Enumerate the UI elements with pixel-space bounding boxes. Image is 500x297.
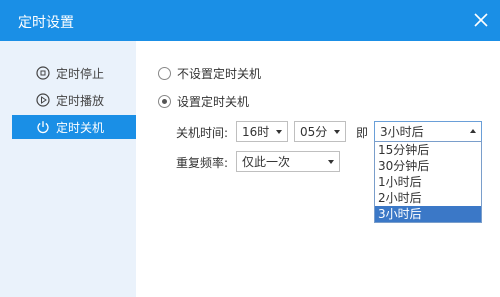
chevron-up-icon — [470, 129, 476, 133]
power-icon — [36, 120, 50, 134]
radio-label: 不设置定时关机 — [177, 66, 262, 81]
clock-stop-icon — [36, 66, 50, 80]
chevron-down-icon — [328, 160, 334, 164]
repeat-value: 仅此一次 — [242, 155, 291, 169]
radio-button[interactable] — [158, 94, 171, 108]
shutdown-time-label: 关机时间: — [176, 126, 229, 140]
close-icon[interactable] — [470, 9, 492, 31]
repeat-select[interactable]: 仅此一次 — [236, 151, 340, 172]
dropdown-option-selected[interactable]: 3小时后 — [375, 206, 481, 222]
sidebar-item-label: 定时关机 — [56, 120, 105, 135]
minute-select[interactable]: 05分 — [294, 121, 346, 142]
title-bar: 定时设置 — [0, 0, 500, 41]
sidebar-item-timed-stop[interactable]: 定时停止 — [12, 61, 136, 85]
radio-label: 设置定时关机 — [177, 94, 250, 109]
relative-time-select[interactable]: 3小时后 — [374, 121, 482, 142]
dropdown-option[interactable]: 15分钟后 — [375, 142, 481, 158]
sidebar-item-label: 定时停止 — [56, 66, 105, 81]
content-panel: 不设置定时关机 设置定时关机 关机时间: 16时 05分 即 3小时后 重复频率… — [136, 41, 500, 297]
dropdown-option[interactable]: 1小时后 — [375, 174, 481, 190]
radio-set-shutdown[interactable]: 设置定时关机 — [158, 93, 249, 109]
sidebar-item-label: 定时播放 — [56, 93, 105, 108]
radio-no-shutdown[interactable]: 不设置定时关机 — [158, 65, 261, 81]
relative-time-dropdown: 15分钟后 30分钟后 1小时后 2小时后 3小时后 — [374, 141, 482, 223]
chevron-down-icon — [276, 130, 282, 134]
window-title: 定时设置 — [18, 15, 74, 31]
relative-time-value: 3小时后 — [380, 125, 424, 139]
sidebar-item-timed-play[interactable]: 定时播放 — [12, 88, 136, 112]
play-clock-icon — [36, 93, 50, 107]
chevron-down-icon — [334, 130, 340, 134]
repeat-label: 重复频率: — [176, 156, 229, 170]
dropdown-option[interactable]: 2小时后 — [375, 190, 481, 206]
minute-value: 05分 — [300, 125, 328, 139]
dropdown-option[interactable]: 30分钟后 — [375, 158, 481, 174]
sidebar: 定时停止 定时播放 定时关机 — [0, 41, 136, 297]
hour-value: 16时 — [242, 125, 270, 139]
ji-label: 即 — [356, 126, 369, 140]
sidebar-item-timed-shutdown[interactable]: 定时关机 — [12, 115, 136, 139]
radio-button[interactable] — [158, 66, 171, 80]
hour-select[interactable]: 16时 — [236, 121, 288, 142]
